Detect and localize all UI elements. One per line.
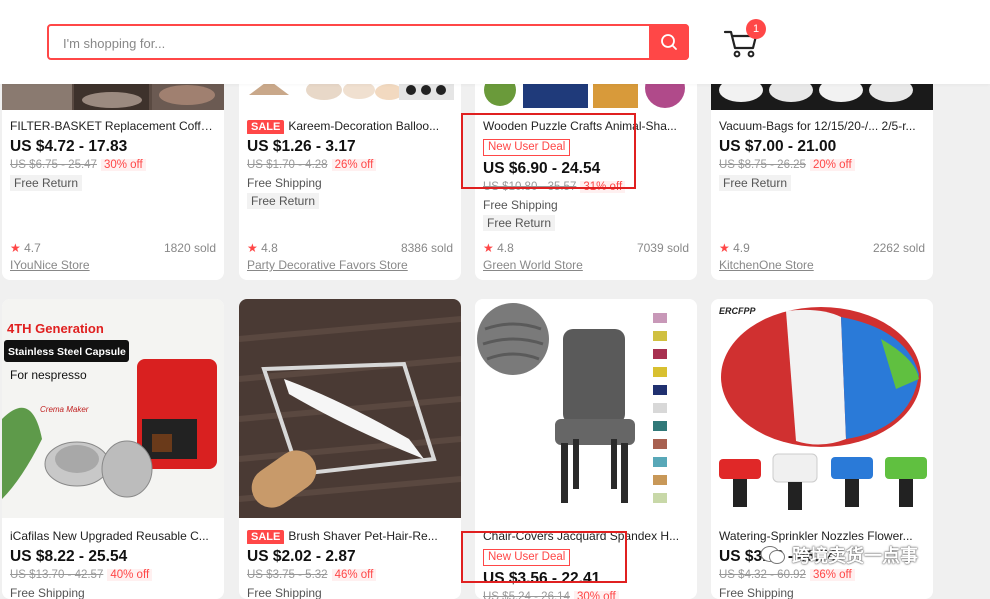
original-price: US $1.70 - 4.28 — [247, 159, 328, 171]
rating-row: ★ 4.7 1820 sold — [10, 240, 216, 256]
product-image[interactable] — [475, 299, 697, 518]
original-price-row: US $1.70 - 4.28 26% off — [247, 158, 453, 173]
product-title[interactable]: Wooden Puzzle Crafts Animal-Sha... — [483, 118, 689, 134]
product-card[interactable]: SALE Brush Shaver Pet-Hair-Re... US $2.02… — [239, 299, 461, 599]
rating-value: 4.9 — [733, 241, 750, 255]
discount-badge: 40% off — [107, 569, 153, 581]
free-return-tag: Free Return — [10, 175, 83, 191]
original-price-row: US $10.80 - 35.57 31% off — [483, 180, 689, 195]
rating-row: ★ 4.8 8386 sold — [247, 240, 453, 256]
store-link[interactable]: KitchenOne Store — [719, 257, 814, 273]
product-price: US $4.72 - 17.83 — [10, 138, 128, 155]
product-card[interactable]: 4TH Generation Stainless Steel Capsule F… — [2, 299, 224, 599]
free-return-tag: Free Return — [719, 175, 792, 191]
product-title[interactable]: FILTER-BASKET Replacement Coffe... — [10, 118, 216, 134]
original-price-row: US $13.70 - 42.57 40% off — [10, 568, 216, 583]
original-price-row: US $4.32 - 60.92 36% off — [719, 568, 925, 583]
store-link[interactable]: Green World Store — [483, 257, 583, 273]
rating-value: 4.7 — [24, 241, 41, 255]
rating-row: ★ 4.8 7039 sold — [483, 240, 689, 256]
original-price-row: US $8.75 - 26.25 20% off — [719, 158, 925, 173]
original-price: US $10.80 - 35.57 — [483, 181, 577, 193]
product-title-text: Brush Shaver Pet-Hair-Re... — [288, 529, 438, 543]
product-price: US $2.02 - 2.87 — [247, 548, 356, 565]
discount-badge: 20% off — [809, 159, 855, 171]
product-title[interactable]: Vacuum-Bags for 12/15/20-/... 2/5-r... — [719, 118, 925, 134]
free-shipping-label: Free Shipping — [247, 176, 322, 190]
product-price: US $8.22 - 25.54 — [10, 548, 128, 565]
sale-badge: SALE — [247, 120, 285, 134]
promo-generation-text: 4TH Generation — [7, 321, 104, 336]
original-price: US $4.32 - 60.92 — [719, 569, 806, 581]
product-image[interactable] — [239, 299, 461, 518]
search-icon — [661, 34, 677, 50]
original-price-row: US $6.75 - 25.47 30% off — [10, 158, 216, 173]
product-title[interactable]: iCafilas New Upgraded Reusable C... — [10, 528, 216, 544]
discount-badge: 31% off — [580, 181, 626, 193]
product-title-text: Kareem-Decoration Balloo... — [288, 119, 440, 133]
free-return-tag: Free Return — [247, 193, 320, 209]
promo-capsule-text: Stainless Steel Capsule — [8, 346, 126, 358]
search-bar[interactable] — [47, 24, 689, 60]
original-price-row: US $5.24 - 26.14 30% off — [483, 590, 689, 599]
watermark: 跨境卖货一点事 — [760, 540, 918, 570]
original-price-row: US $3.75 - 5.32 46% off — [247, 568, 453, 583]
new-user-deal-tag: New User Deal — [483, 139, 571, 156]
discount-badge: 46% off — [331, 569, 377, 581]
free-shipping-label: Free Shipping — [483, 198, 558, 212]
product-price: US $6.90 - 24.54 — [483, 160, 601, 177]
star-icon: ★ — [10, 241, 21, 255]
search-button[interactable] — [649, 24, 689, 60]
original-price: US $8.75 - 26.25 — [719, 159, 806, 171]
product-price: US $1.26 - 3.17 — [247, 138, 356, 155]
free-shipping-label: Free Shipping — [10, 586, 85, 599]
discount-badge: 26% off — [331, 159, 377, 171]
original-price: US $6.75 - 25.47 — [10, 159, 97, 171]
cart-count-badge: 1 — [746, 19, 766, 39]
store-link[interactable]: Party Decorative Favors Store — [247, 257, 408, 273]
free-shipping-label: Free Shipping — [247, 586, 322, 599]
product-image[interactable]: ERCFPP — [711, 299, 933, 518]
sprinkler-brand-text: ERCFPP — [719, 306, 757, 316]
star-icon: ★ — [247, 241, 258, 255]
free-return-tag: Free Return — [483, 215, 556, 231]
promo-crema-text: Crema Maker — [40, 405, 89, 414]
star-icon: ★ — [719, 241, 730, 255]
product-title[interactable]: Chair-Covers Jacquard Spandex H... — [483, 528, 689, 544]
product-card[interactable]: Chair-Covers Jacquard Spandex H... New U… — [475, 299, 697, 599]
promo-brand-text: For nespresso — [10, 368, 87, 382]
original-price: US $13.70 - 42.57 — [10, 569, 104, 581]
original-price: US $5.24 - 26.14 — [483, 591, 570, 599]
search-input[interactable] — [63, 32, 643, 54]
free-shipping-label: Free Shipping — [719, 586, 794, 599]
product-title[interactable]: SALE Brush Shaver Pet-Hair-Re... — [247, 528, 453, 544]
product-image[interactable]: 4TH Generation Stainless Steel Capsule F… — [2, 299, 224, 518]
chat-bubble-icon — [760, 546, 785, 564]
rating-value: 4.8 — [497, 241, 514, 255]
sale-badge: SALE — [247, 530, 285, 544]
store-link[interactable]: IYouNice Store — [10, 257, 90, 273]
sold-count: 7039 sold — [636, 241, 689, 255]
top-header: 1 — [0, 0, 990, 84]
sold-count: 1820 sold — [163, 241, 216, 255]
discount-badge: 36% off — [809, 569, 855, 581]
new-user-deal-tag: New User Deal — [483, 549, 571, 566]
original-price: US $3.75 - 5.32 — [247, 569, 328, 581]
sold-count: 8386 sold — [400, 241, 453, 255]
product-price: US $7.00 - 21.00 — [719, 138, 837, 155]
discount-badge: 30% off — [573, 591, 619, 599]
product-title[interactable]: SALE Kareem-Decoration Balloo... — [247, 118, 453, 134]
star-icon: ★ — [483, 241, 494, 255]
sold-count: 2262 sold — [872, 241, 925, 255]
watermark-text: 跨境卖货一点事 — [792, 546, 918, 566]
discount-badge: 30% off — [100, 159, 146, 171]
rating-row: ★ 4.9 2262 sold — [719, 240, 925, 256]
product-price: US $3.56 - 22.41 — [483, 570, 601, 587]
rating-value: 4.8 — [261, 241, 278, 255]
